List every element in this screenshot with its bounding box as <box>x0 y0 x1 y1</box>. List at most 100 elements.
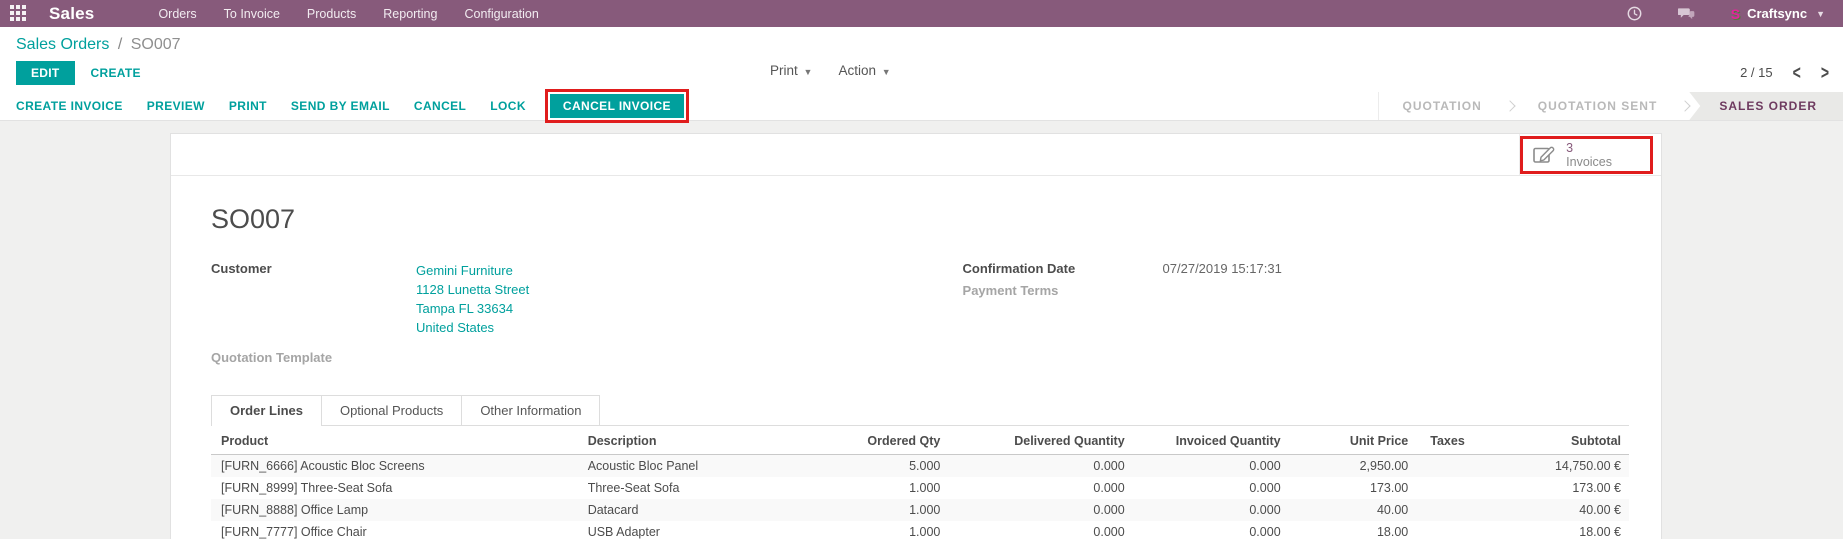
annotation-red-box: 3 Invoices <box>1520 136 1653 174</box>
print-button[interactable]: PRINT <box>229 99 267 113</box>
order-line-cell: 173.00 <box>1289 477 1417 499</box>
topbar-menu-products[interactable]: Products <box>307 7 356 21</box>
messages-chat-icon[interactable] <box>1678 7 1695 21</box>
order-line-cell: USB Adapter <box>580 521 821 539</box>
confirmation-date-field-label: Confirmation Date <box>963 261 1163 276</box>
topbar-menu-to-invoice[interactable]: To Invoice <box>224 7 280 21</box>
topbar-menu-orders[interactable]: Orders <box>158 7 196 21</box>
pager-previous-button[interactable]: < <box>1793 61 1801 83</box>
order-line-cell: [FURN_7777] Office Chair <box>211 521 580 539</box>
customer-address-line[interactable]: Gemini Furniture <box>416 261 529 280</box>
action-dropdown[interactable]: Action ▼ <box>838 63 890 78</box>
top-navbar: Sales Orders To Invoice Products Reporting C… <box>0 0 1843 27</box>
company-logo: S <box>1731 6 1740 22</box>
topbar-menu-reporting[interactable]: Reporting <box>383 7 437 21</box>
chevron-right-icon <box>1681 92 1689 120</box>
order-line-cell <box>1416 499 1487 521</box>
apps-grid-icon[interactable] <box>10 5 27 22</box>
column-header-ordered-qty: Ordered Qty <box>821 428 949 455</box>
order-line-cell <box>1416 477 1487 499</box>
cancel-button[interactable]: CANCEL <box>414 99 466 113</box>
order-line-cell: 0.000 <box>1133 477 1289 499</box>
invoice-count: 3 <box>1566 141 1612 155</box>
notebook-tabs: Order LinesOptional ProductsOther Inform… <box>211 395 1629 426</box>
order-line-cell: 0.000 <box>948 521 1132 539</box>
breadcrumb: Sales Orders / SO007 <box>0 27 1843 56</box>
form-sheet: 3 Invoices SO007 Customer Gemini Furnitu… <box>170 133 1662 539</box>
chevron-right-icon <box>1506 92 1514 120</box>
order-line-cell: 18.00 € <box>1487 521 1629 539</box>
create-invoice-button[interactable]: CREATE INVOICE <box>16 99 123 113</box>
print-dropdown[interactable]: Print ▼ <box>770 63 812 78</box>
order-line-cell <box>1416 521 1487 539</box>
state-quotation[interactable]: QUOTATION <box>1379 92 1506 120</box>
column-header-invoiced-quantity: Invoiced Quantity <box>1133 428 1289 455</box>
column-header-taxes: Taxes <box>1416 428 1487 455</box>
invoice-label: Invoices <box>1566 155 1612 169</box>
order-line-row[interactable]: [FURN_8999] Three-Seat SofaThree-Seat So… <box>211 477 1629 499</box>
order-line-cell: 0.000 <box>948 499 1132 521</box>
column-header-subtotal: Subtotal <box>1487 428 1629 455</box>
lock-button[interactable]: LOCK <box>490 99 526 113</box>
breadcrumb-parent-link[interactable]: Sales Orders <box>16 36 109 53</box>
customer-address: Gemini Furniture1128 Lunetta StreetTampa… <box>416 261 529 337</box>
topbar-menus: Orders To Invoice Products Reporting Configu… <box>158 7 538 21</box>
order-line-cell: 173.00 € <box>1487 477 1629 499</box>
customer-address-line[interactable]: United States <box>416 318 529 337</box>
column-header-product: Product <box>211 428 580 455</box>
activities-clock-icon[interactable] <box>1627 6 1642 21</box>
order-line-row[interactable]: [FURN_7777] Office ChairUSB Adapter1.000… <box>211 521 1629 539</box>
user-menu[interactable]: S Craftsync ▼ <box>1731 6 1825 22</box>
column-header-delivered-quantity: Delivered Quantity <box>948 428 1132 455</box>
send-by-email-button[interactable]: SEND BY EMAIL <box>291 99 390 113</box>
tab-other-information[interactable]: Other Information <box>461 395 600 425</box>
confirmation-date-value: 07/27/2019 15:17:31 <box>1163 261 1282 276</box>
order-line-cell: 14,750.00 € <box>1487 455 1629 478</box>
preview-button[interactable]: PREVIEW <box>147 99 205 113</box>
tab-order-lines[interactable]: Order Lines <box>211 395 322 425</box>
order-line-cell: 0.000 <box>948 455 1132 478</box>
order-line-row[interactable]: [FURN_6666] Acoustic Bloc ScreensAcousti… <box>211 455 1629 478</box>
order-line-cell: 1.000 <box>821 521 949 539</box>
order-line-cell: 0.000 <box>1133 521 1289 539</box>
control-panel: Sales Orders / SO007 EDIT CREATE Print ▼… <box>0 27 1843 92</box>
customer-address-line[interactable]: Tampa FL 33634 <box>416 299 529 318</box>
order-line-cell: 18.00 <box>1289 521 1417 539</box>
order-line-cell: 40.00 <box>1289 499 1417 521</box>
edit-button[interactable]: EDIT <box>16 61 75 85</box>
state-sales-order[interactable]: SALES ORDER <box>1689 92 1843 120</box>
statusbar-states: QUOTATION QUOTATION SENTSALES ORDER <box>1378 92 1843 120</box>
order-line-row[interactable]: [FURN_8888] Office LampDatacard1.0000.00… <box>211 499 1629 521</box>
state-quotation-sent[interactable]: QUOTATION SENT <box>1514 92 1682 120</box>
order-line-cell: 40.00 € <box>1487 499 1629 521</box>
order-line-cell: 5.000 <box>821 455 949 478</box>
column-header-unit-price: Unit Price <box>1289 428 1417 455</box>
order-line-cell: Three-Seat Sofa <box>580 477 821 499</box>
statusbar: CREATE INVOICE PREVIEW PRINT SEND BY EMAIL C… <box>0 92 1843 121</box>
pager-next-button[interactable]: > <box>1821 61 1829 83</box>
order-line-cell <box>1416 455 1487 478</box>
breadcrumb-current: SO007 <box>131 36 181 53</box>
edit-pencil-icon <box>1533 145 1557 164</box>
order-line-cell: 0.000 <box>948 477 1132 499</box>
order-line-cell: 0.000 <box>1133 455 1289 478</box>
tab-optional-products[interactable]: Optional Products <box>321 395 462 425</box>
order-title: SO007 <box>211 204 1629 235</box>
order-line-cell: Datacard <box>580 499 821 521</box>
breadcrumb-separator: / <box>118 36 122 53</box>
invoices-smart-button[interactable]: 3 Invoices <box>1523 139 1650 171</box>
order-line-cell: Acoustic Bloc Panel <box>580 455 821 478</box>
chevron-down-icon: ▼ <box>804 67 813 77</box>
order-line-cell: 1.000 <box>821 477 949 499</box>
create-button[interactable]: CREATE <box>91 66 141 80</box>
pager-value: 2 / 15 <box>1740 65 1773 80</box>
cancel-invoice-button[interactable]: CANCEL INVOICE <box>550 94 684 118</box>
order-line-cell: [FURN_8999] Three-Seat Sofa <box>211 477 580 499</box>
order-line-cell: 2,950.00 <box>1289 455 1417 478</box>
customer-address-line[interactable]: 1128 Lunetta Street <box>416 280 529 299</box>
order-line-cell: [FURN_6666] Acoustic Bloc Screens <box>211 455 580 478</box>
topbar-menu-configuration[interactable]: Configuration <box>464 7 538 21</box>
user-name: Craftsync <box>1747 6 1807 21</box>
app-title[interactable]: Sales <box>49 4 94 24</box>
order-line-cell: 0.000 <box>1133 499 1289 521</box>
